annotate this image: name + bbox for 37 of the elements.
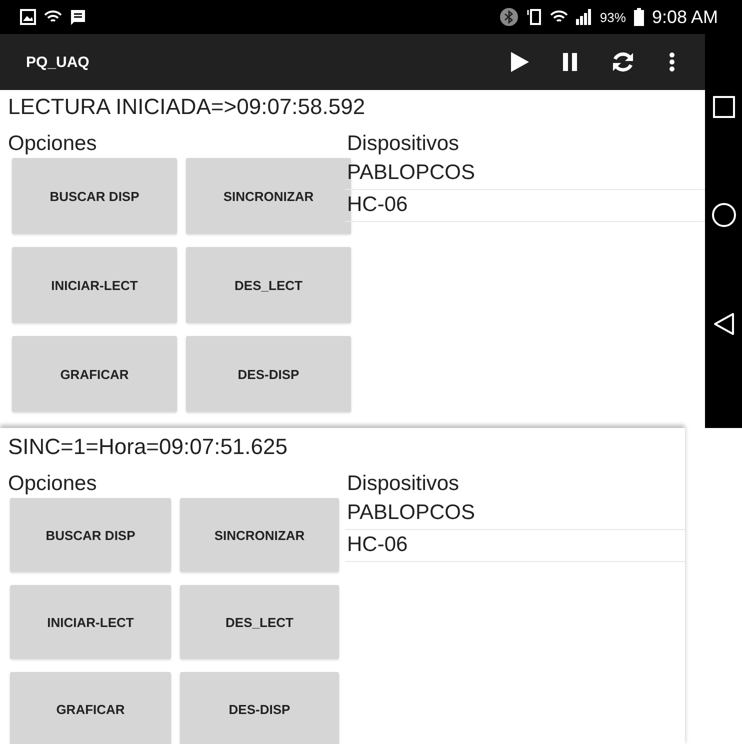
action-button[interactable]: BUSCAR DISP <box>12 158 177 234</box>
signal-icon <box>576 9 592 25</box>
play-icon[interactable] <box>511 52 529 72</box>
action-button[interactable]: INICIAR-LECT <box>12 247 177 323</box>
action-button[interactable]: SINCRONIZAR <box>180 498 339 572</box>
device-item[interactable]: HC-06 <box>345 530 685 562</box>
action-button[interactable]: BUSCAR DISP <box>10 498 171 572</box>
battery-icon <box>634 8 644 26</box>
battery-percent: 93% <box>600 10 626 24</box>
section-label: Opciones <box>7 131 98 157</box>
image-icon <box>20 9 36 25</box>
action-button[interactable]: DES-DISP <box>180 672 339 744</box>
more-icon[interactable] <box>669 52 675 72</box>
vibrate-icon <box>526 8 542 26</box>
device-item[interactable]: HC-06 <box>345 190 705 222</box>
pause-icon[interactable] <box>563 53 577 71</box>
action-button[interactable]: GRAFICAR <box>12 336 177 412</box>
action-button[interactable]: INICIAR-LECT <box>10 585 171 659</box>
action-button[interactable]: GRAFICAR <box>10 672 171 744</box>
home-icon[interactable] <box>712 203 736 227</box>
status-text: SINC=1=Hora=09:07:51.625 <box>7 433 288 461</box>
back-icon[interactable] <box>712 312 734 336</box>
device-item[interactable]: PABLOPCOS <box>345 498 685 530</box>
section-label: Dispositivos <box>346 471 460 497</box>
recents-icon[interactable] <box>712 96 734 118</box>
app-title: PQ_UAQ <box>26 54 90 70</box>
refresh-icon[interactable] <box>611 50 635 74</box>
bluetooth-icon <box>500 8 518 26</box>
action-button[interactable]: DES-DISP <box>186 336 351 412</box>
device-item[interactable]: PABLOPCOS <box>345 158 705 190</box>
action-button[interactable]: DES_LECT <box>180 585 339 659</box>
clock: 9:08 AM <box>652 6 718 28</box>
section-label: Dispositivos <box>346 131 460 157</box>
action-button[interactable]: DES_LECT <box>186 247 351 323</box>
status-text: LECTURA INICIADA=>09:07:58.592 <box>7 93 366 121</box>
message-icon <box>70 9 86 25</box>
section-label: Opciones <box>7 471 98 497</box>
